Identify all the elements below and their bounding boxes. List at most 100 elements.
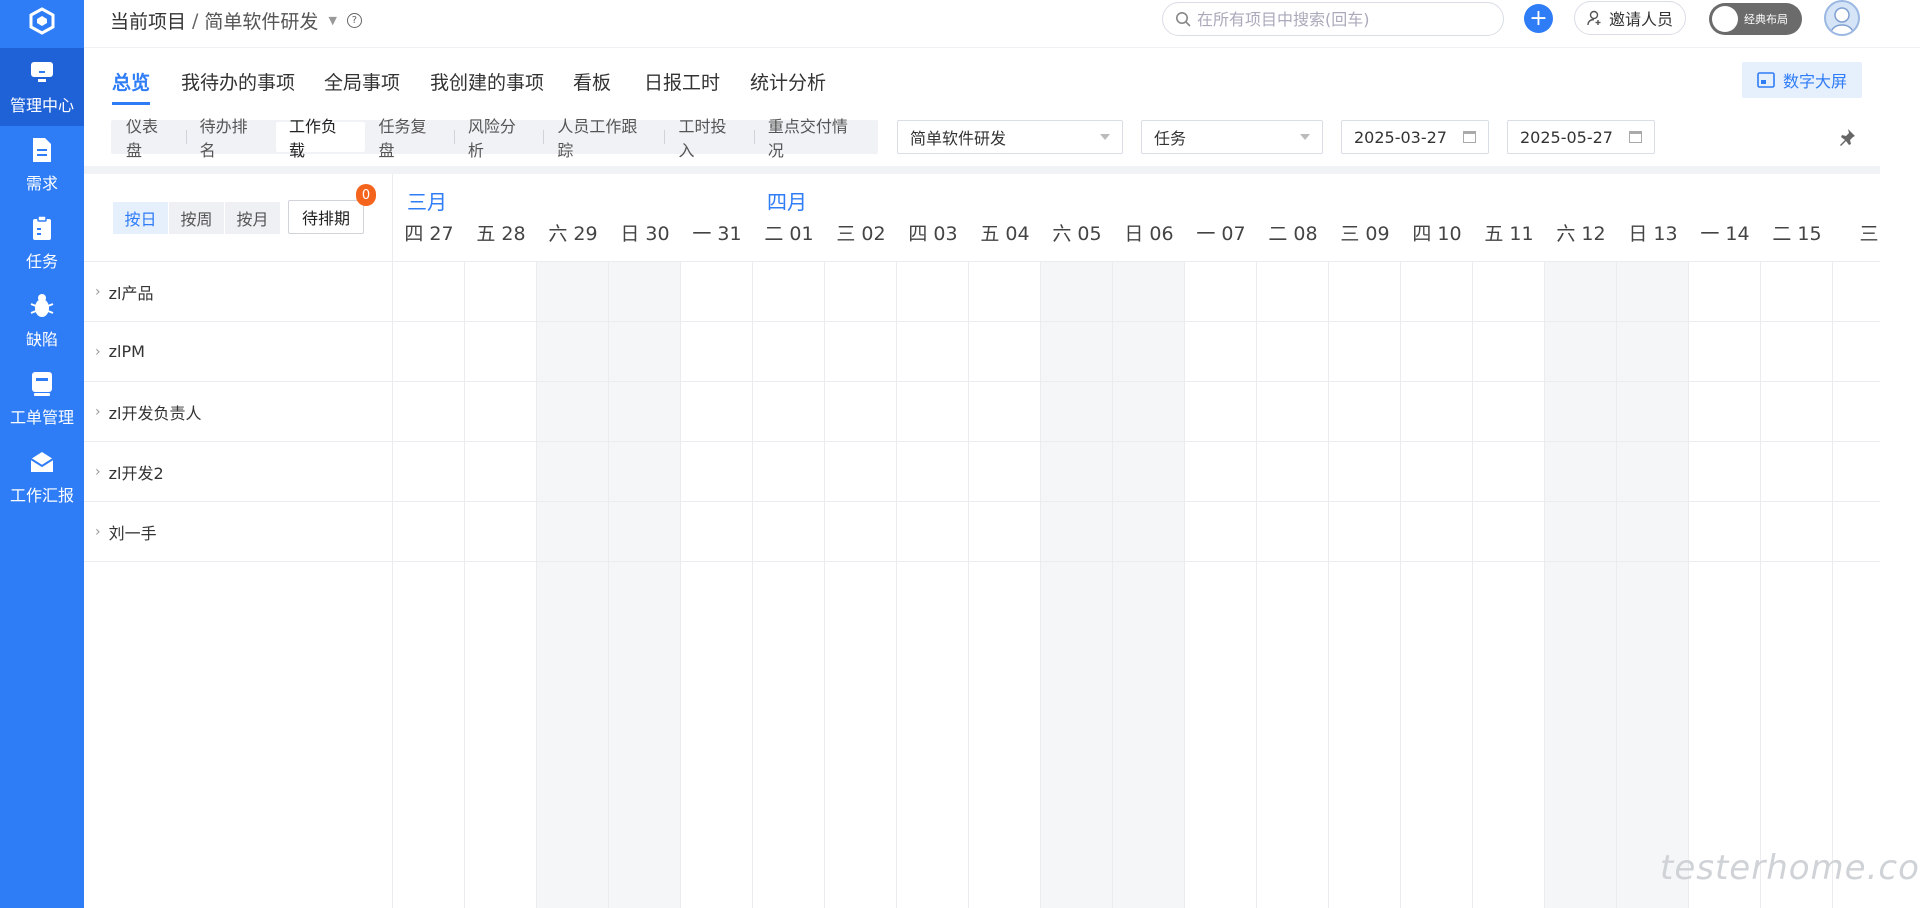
tab-global-items[interactable]: 全局事项 [324,68,400,95]
day-column[interactable] [1184,262,1256,908]
big-screen-label: 数字大屏 [1782,72,1847,91]
day-column[interactable] [752,262,824,908]
tab-my-todo[interactable]: 我待办的事项 [181,68,295,95]
subtab-label: 工作负载 [289,117,338,160]
tab-daily-hours[interactable]: 日报工时 [644,68,720,95]
granularity-week[interactable]: 按周 [169,202,225,234]
classic-layout-toggle[interactable]: 经典布局 [1709,3,1802,35]
subtab-risk-analysis[interactable]: 风险分析 [455,117,545,160]
pin-icon[interactable] [1838,128,1856,146]
day-column[interactable] [1760,262,1832,908]
user-add-icon [1587,10,1601,26]
day-column[interactable] [1544,262,1616,908]
day-column[interactable] [1472,262,1544,908]
day-label: 日 06 [1124,223,1174,245]
invite-button[interactable]: 邀请人员 [1574,1,1686,35]
watermark: testerhome.com [1660,848,1920,888]
breadcrumb-root[interactable]: 当前项目 [110,7,186,34]
help-icon[interactable]: ? [346,13,362,28]
day-column[interactable] [1040,262,1112,908]
sidebar-item-label: 需求 [25,173,58,193]
day-column[interactable] [536,262,608,908]
search-icon [1176,12,1191,27]
day-column[interactable] [1616,262,1688,908]
chevron-right-icon[interactable]: › [95,404,101,420]
tab-overview[interactable]: 总览 [112,68,150,95]
member-row[interactable]: › zl产品 [84,262,392,322]
caret-down-icon [1300,134,1310,140]
subtab-dashboard[interactable]: 仪表盘 [113,117,187,160]
sidebar-item-tasks[interactable]: 任务 [0,204,84,282]
sidebar-item-requirements[interactable]: 需求 [0,126,84,204]
member-row[interactable]: › zl开发2 [84,442,392,502]
day-column[interactable] [1328,262,1400,908]
member-row[interactable]: › 刘一手 [84,502,392,562]
subtab-workload[interactable]: 工作负载 [276,117,366,160]
tab-kanban[interactable]: 看板 [573,68,611,95]
gantt-grid [392,262,1880,908]
day-column[interactable] [680,262,752,908]
day-column[interactable] [464,262,536,908]
subtab-todo-ranking[interactable]: 待办排名 [187,117,276,160]
project-select[interactable]: 简单软件研发 [897,120,1123,154]
end-date-value: 2025-05-27 [1520,127,1613,147]
sidebar-item-label: 工作汇报 [9,485,74,505]
app-logo[interactable] [0,0,84,42]
day-label: 四 10 [1412,223,1462,245]
day-column[interactable] [1256,262,1328,908]
subtab-label: 重点交付情况 [767,117,848,160]
member-row[interactable]: › zl开发负责人 [84,382,392,442]
member-name: zl开发负责人 [108,403,202,423]
pending-schedule-button[interactable]: 待排期 [288,200,364,234]
granularity-month[interactable]: 按月 [225,202,281,234]
start-date-picker[interactable]: 2025-03-27 [1341,120,1489,154]
caret-down-icon[interactable]: ▼ [328,14,336,27]
avatar[interactable] [1824,0,1860,36]
day-label: 六 12 [1556,223,1606,245]
day-label: 五 04 [980,223,1030,245]
day-column[interactable] [608,262,680,908]
overview-subtabs: 仪表盘 待办排名 工作负载 任务复盘 风险分析 人员工作跟踪 工时投入 重点交付… [111,117,878,160]
sidebar-item-tickets[interactable]: 工单管理 [0,360,84,438]
sidebar-item-reports[interactable]: 工作汇报 [0,438,84,516]
granularity-day[interactable]: 按日 [113,202,169,234]
day-label: 三 02 [836,223,886,245]
calendar-icon [1463,131,1476,143]
day-column[interactable] [968,262,1040,908]
tab-my-created[interactable]: 我创建的事项 [430,68,544,95]
day-column[interactable] [896,262,968,908]
ticket-icon [29,371,55,397]
day-column[interactable] [392,262,464,908]
day-column[interactable] [1688,262,1760,908]
type-select[interactable]: 任务 [1141,120,1323,154]
chevron-right-icon[interactable]: › [95,344,101,360]
sidebar-item-defects[interactable]: 缺陷 [0,282,84,360]
project-switcher[interactable]: 简单软件研发 [204,7,318,34]
tab-statistics[interactable]: 统计分析 [750,68,826,95]
chevron-right-icon[interactable]: › [95,524,101,540]
global-search[interactable] [1162,2,1504,36]
subtab-key-delivery[interactable]: 重点交付情况 [755,117,876,160]
day-column[interactable] [1400,262,1472,908]
sidebar-item-management[interactable]: 管理中心 [0,48,84,126]
chevron-right-icon[interactable]: › [95,464,101,480]
sidebar-item-label: 任务 [25,251,58,271]
day-column[interactable] [1112,262,1184,908]
chevron-right-icon[interactable]: › [95,284,101,300]
active-tab-indicator [112,102,150,105]
day-label: 二 15 [1772,223,1822,245]
big-screen-button[interactable]: 数字大屏 [1742,62,1862,98]
subtab-hours-input[interactable]: 工时投入 [665,117,755,160]
search-input[interactable] [1197,9,1487,29]
month-label: 三月 [407,190,447,214]
add-button[interactable]: + [1524,4,1553,33]
sidebar-item-label: 工单管理 [9,407,74,427]
end-date-picker[interactable]: 2025-05-27 [1507,120,1655,154]
member-row[interactable]: › zlPM [84,322,392,382]
granularity-switch: 按日 按周 按月 [113,202,281,234]
subtab-staff-tracking[interactable]: 人员工作跟踪 [544,117,666,160]
day-column[interactable] [1832,262,1880,908]
gantt-date-header: 三月 四月 四 27 五 28 六 29 日 30 一 31 二 01 三 02 四 03 五 … [392,174,1880,262]
day-column[interactable] [824,262,896,908]
subtab-task-review[interactable]: 任务复盘 [365,117,455,160]
